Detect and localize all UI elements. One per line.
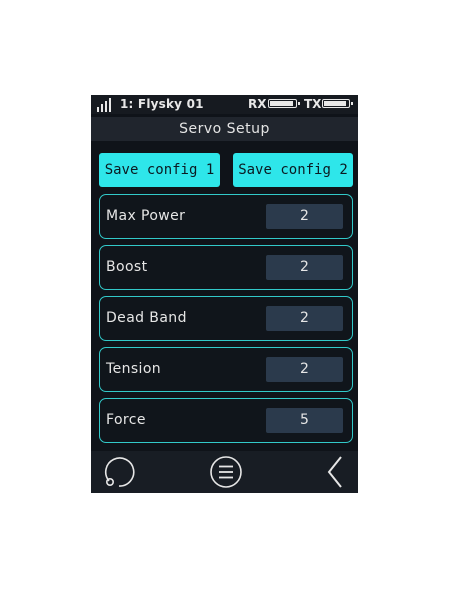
param-label: Force	[106, 412, 146, 428]
tx-battery-icon	[322, 99, 353, 108]
rx-label: RX	[248, 97, 267, 111]
param-row-max-power[interactable]: Max Power 2	[99, 194, 353, 239]
param-value-field[interactable]: 2	[266, 306, 343, 331]
save-config-2-button[interactable]: Save config 2	[233, 153, 353, 187]
param-label: Tension	[106, 361, 162, 377]
tx-label: TX	[304, 97, 322, 111]
model-name: 1: Flysky 01	[120, 97, 204, 111]
param-value-field[interactable]: 2	[266, 357, 343, 382]
param-row-tension[interactable]: Tension 2	[99, 347, 353, 392]
param-row-dead-band[interactable]: Dead Band 2	[99, 296, 353, 341]
param-label: Boost	[106, 259, 148, 275]
rotate-icon[interactable]	[99, 451, 139, 493]
bottom-nav	[91, 451, 358, 493]
param-value-field[interactable]: 2	[266, 204, 343, 229]
param-row-boost[interactable]: Boost 2	[99, 245, 353, 290]
param-value-field[interactable]: 2	[266, 255, 343, 280]
param-row-force[interactable]: Force 5	[99, 398, 353, 443]
rx-battery-icon	[268, 99, 300, 108]
signal-bars-icon	[97, 98, 117, 112]
page-title: Servo Setup	[91, 117, 358, 141]
param-label: Max Power	[106, 208, 186, 224]
menu-icon[interactable]	[207, 451, 245, 493]
param-label: Dead Band	[106, 310, 187, 326]
servo-setup-screen: 1: Flysky 01 RX TX Servo Setup Save conf…	[91, 95, 358, 493]
save-config-1-button[interactable]: Save config 1	[99, 153, 220, 187]
back-chevron-icon[interactable]	[321, 451, 349, 493]
param-value-field[interactable]: 5	[266, 408, 343, 433]
status-bar: 1: Flysky 01 RX TX	[91, 95, 358, 114]
